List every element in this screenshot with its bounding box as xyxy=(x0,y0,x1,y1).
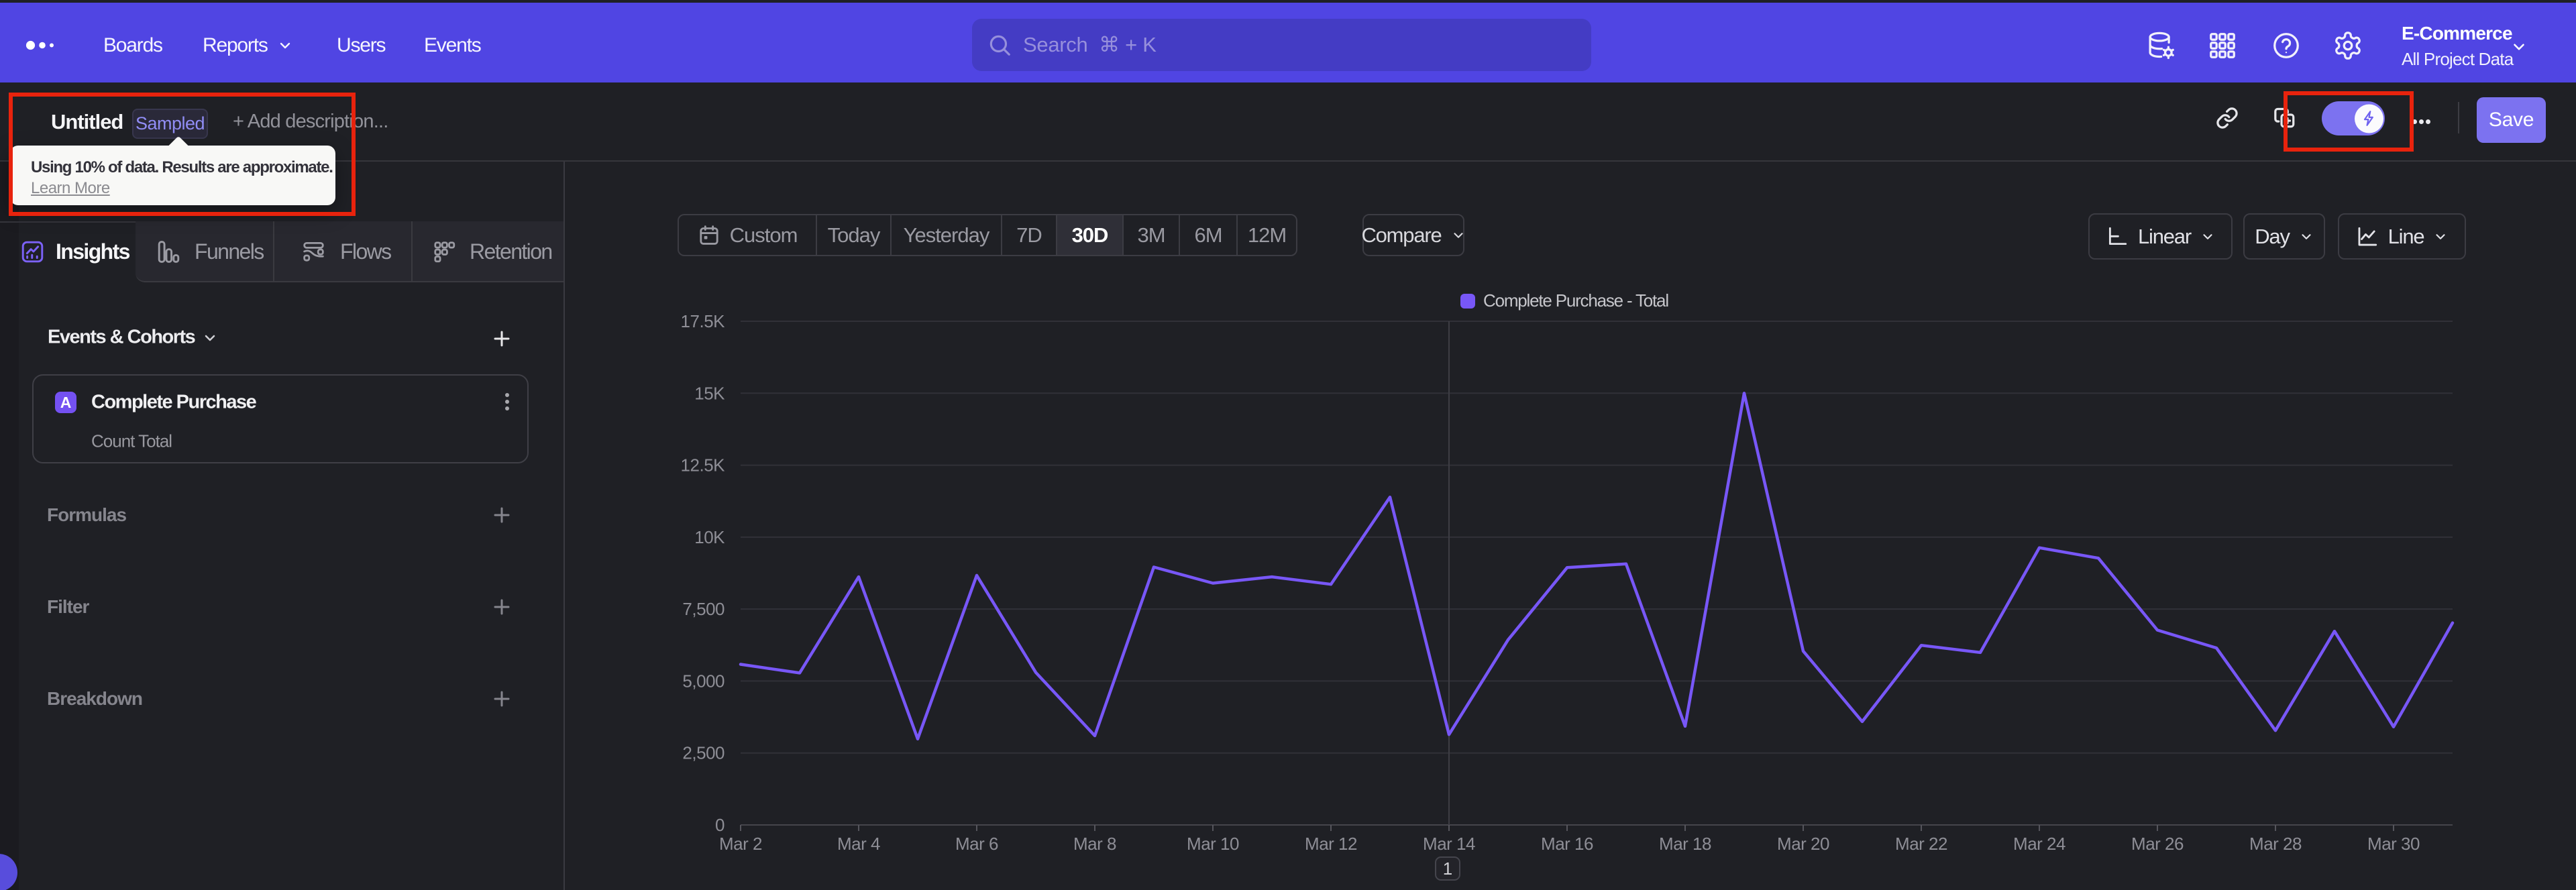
y-axis-label: 0 xyxy=(715,815,724,835)
x-axis-label: Mar 4 xyxy=(837,834,880,854)
x-axis-label: Mar 10 xyxy=(1187,834,1239,854)
x-axis-label: Mar 30 xyxy=(2367,834,2420,854)
sampling-tooltip: Using 10% of data. Results are approxima… xyxy=(10,135,335,205)
x-axis-label: Mar 22 xyxy=(1895,834,1947,854)
line-chart[interactable]: 0 2,500 5,000 7,500 10K 12.5K 15K 17.5K Mar 2 Mar… xyxy=(0,0,2576,890)
y-axis-label: 10K xyxy=(694,527,725,547)
y-axis-label: 17.5K xyxy=(681,311,726,331)
x-axis-label: Mar 18 xyxy=(1659,834,1711,854)
y-axis-label: 15K xyxy=(694,383,725,403)
y-axis-label: 7,500 xyxy=(682,599,724,619)
x-axis-label: Mar 14 xyxy=(1423,834,1475,854)
tooltip-learn-more-link[interactable]: Learn More xyxy=(31,179,110,198)
x-axis-label: Mar 12 xyxy=(1305,834,1357,854)
x-axis-label: Mar 6 xyxy=(955,834,998,854)
app-root: BoardsReportsUsersEvents Search ⌘ + K xyxy=(0,0,2576,890)
y-axis-label: 5,000 xyxy=(682,671,724,691)
y-axis-label: 12.5K xyxy=(681,455,726,476)
x-axis-label: Mar 16 xyxy=(1541,834,1593,854)
x-axis-label: Mar 20 xyxy=(1777,834,1829,854)
tooltip-text: Using 10% of data. Results are approxima… xyxy=(31,158,333,176)
x-axis-label: Mar 24 xyxy=(2013,834,2065,854)
data-line-complete-purchase[interactable] xyxy=(739,392,2455,740)
x-axis-label: Mar 8 xyxy=(1073,834,1116,854)
x-axis-label: Mar 26 xyxy=(2131,834,2184,854)
y-axis-label: 2,500 xyxy=(682,743,724,763)
x-axis-label: Mar 2 xyxy=(719,834,762,854)
pagination-page-1[interactable]: 1 xyxy=(1435,856,1460,881)
x-axis-label: Mar 28 xyxy=(2249,834,2302,854)
